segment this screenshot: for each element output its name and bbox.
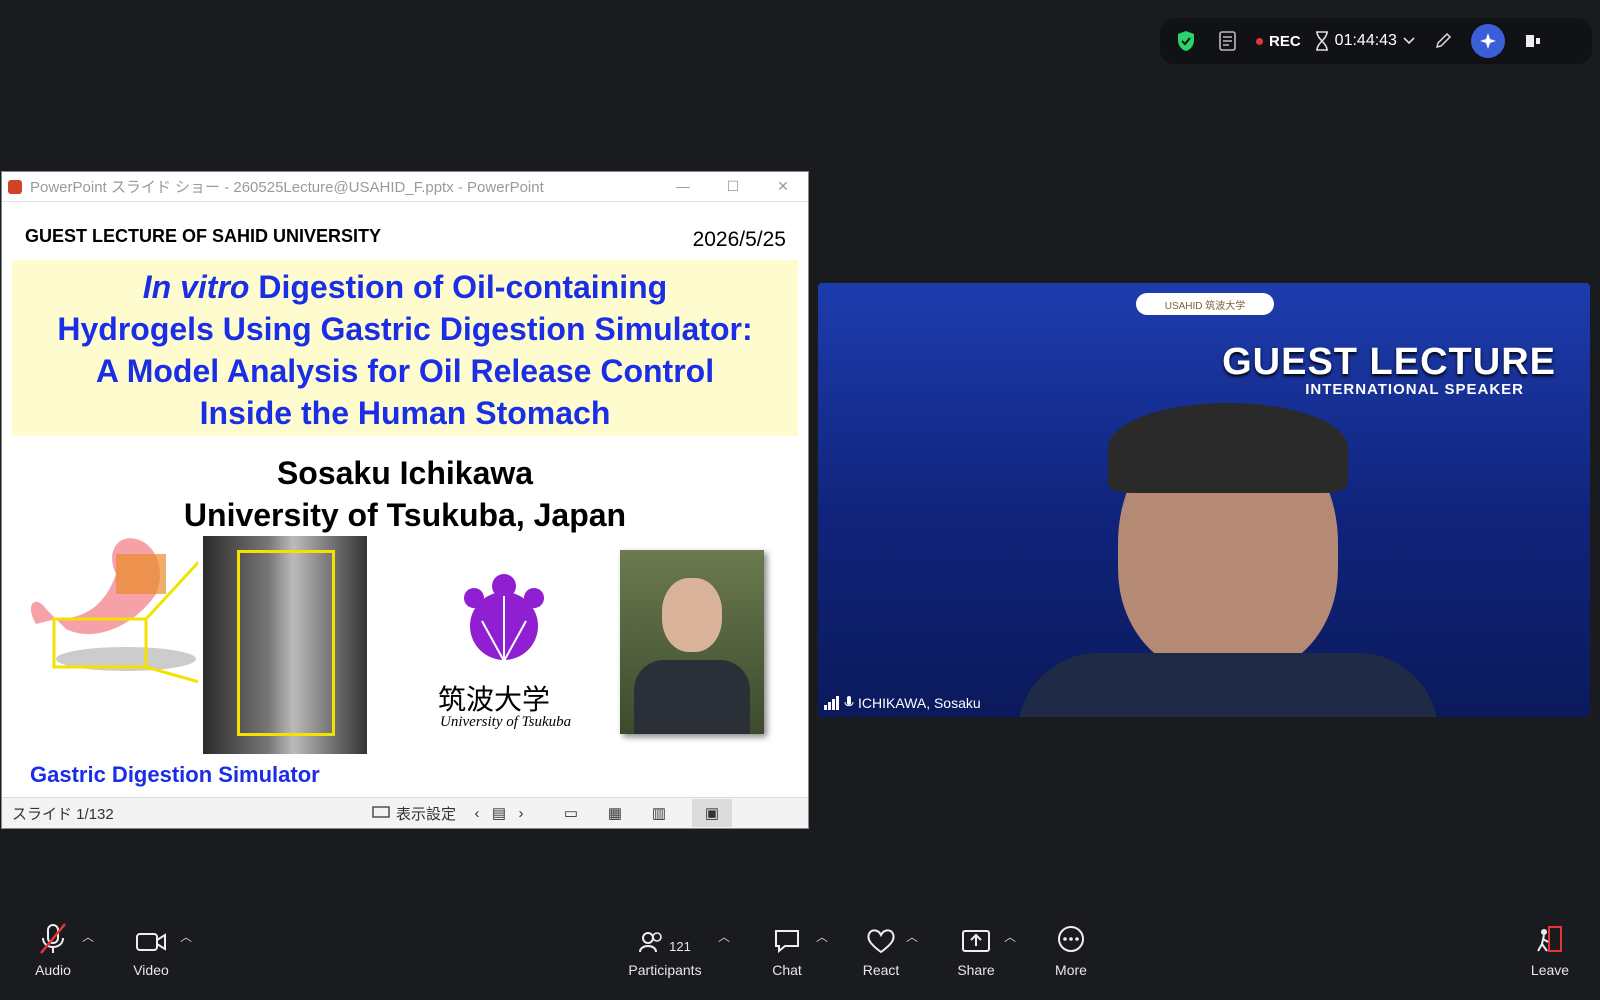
participant-name: ICHIKAWA, Sosaku	[858, 695, 981, 711]
participants-icon	[639, 932, 662, 953]
slideshow-view-icon[interactable]: ▣	[692, 799, 733, 827]
participant-video-tile[interactable]: USAHID 筑波大学 GUEST LECTURE INTERNATIONAL …	[818, 283, 1590, 717]
slide-header: GUEST LECTURE OF SAHID UNIVERSITY	[25, 226, 382, 246]
participant-name-tag: ICHIKAWA, Sosaku	[824, 695, 981, 711]
ai-companion-button[interactable]	[1470, 24, 1505, 58]
simulator-highlight-box	[237, 550, 335, 736]
meeting-toolbar: Audio ︿ Video ︿ 121 Participants ︿ Chat …	[0, 920, 1600, 1000]
slide-sorter-icon[interactable]: ▦	[604, 803, 626, 823]
powerpoint-logo-icon	[8, 179, 22, 194]
slide-counter: スライド 1/132	[12, 805, 114, 823]
recording-indicator[interactable]: REC	[1256, 33, 1301, 50]
normal-view-icon[interactable]: ▭	[560, 803, 582, 823]
share-options-chevron-icon[interactable]: ︿	[1004, 928, 1016, 945]
author-block: Sosaku Ichikawa University of Tsukuba, J…	[8, 452, 802, 536]
video-options-chevron-icon[interactable]: ︿	[180, 928, 192, 945]
title-line-2: Hydrogels Using Gastric Digestion Simula…	[57, 311, 753, 347]
minimize-button[interactable]: —	[658, 178, 708, 195]
signal-strength-icon	[824, 696, 839, 710]
more-label: More	[1055, 962, 1087, 978]
security-shield-icon[interactable]	[1172, 27, 1200, 55]
close-button[interactable]: ✕	[758, 178, 808, 195]
recording-dot-icon	[1256, 37, 1263, 45]
annotate-pencil-icon[interactable]	[1429, 27, 1457, 55]
participants-label: Participants	[628, 962, 702, 978]
speaker-hair	[1108, 403, 1348, 493]
next-slide-icon[interactable]: ›	[510, 803, 532, 823]
title-line-4: Inside the Human Stomach	[199, 395, 611, 431]
university-jp-name: 筑波大学	[438, 683, 551, 716]
share-label: Share	[957, 962, 995, 978]
simulator-caption: Gastric Digestion Simulator	[30, 762, 320, 787]
leave-label: Leave	[1530, 962, 1570, 978]
title-line-3: A Model Analysis for Oil Release Control	[95, 353, 715, 389]
participants-count: 121	[669, 939, 691, 954]
slide-date: 2026/5/25	[692, 228, 786, 251]
participants-button[interactable]: 121 Participants	[620, 920, 710, 978]
video-label: Video	[133, 962, 169, 978]
meeting-top-controls: REC 01:44:43	[1160, 18, 1592, 64]
chat-label: Chat	[772, 962, 802, 978]
heart-icon	[867, 929, 895, 954]
mic-active-icon	[844, 696, 854, 707]
reading-view-icon[interactable]: ▥	[648, 803, 670, 823]
title-italic: In vitro	[142, 269, 250, 305]
event-logo-badge: USAHID 筑波大学	[1136, 293, 1274, 315]
chevron-down-icon	[1403, 37, 1415, 45]
title-line-1: Digestion of Oil-containing	[249, 269, 668, 305]
meeting-timer[interactable]: 01:44:43	[1315, 31, 1415, 51]
slide-canvas[interactable]: GUEST LECTURE OF SAHID UNIVERSITY 2026/5…	[8, 204, 802, 798]
display-settings-button[interactable]: 表示設定	[372, 803, 456, 824]
leave-button[interactable]: Leave	[1505, 920, 1595, 978]
powerpoint-titlebar[interactable]: PowerPoint スライド ショー - 260525Lecture@USAH…	[2, 172, 808, 202]
participants-options-chevron-icon[interactable]: ︿	[718, 928, 730, 945]
exit-fullscreen-icon[interactable]	[1519, 27, 1547, 55]
author-name: Sosaku Ichikawa	[276, 455, 534, 491]
powerpoint-window[interactable]: PowerPoint スライド ショー - 260525Lecture@USAH…	[2, 172, 808, 828]
slideshow-statusbar: スライド 1/132 表示設定 ‹ ▤ › ▭ ▦ ▥ ▣	[2, 797, 808, 828]
audio-options-chevron-icon[interactable]: ︿	[82, 928, 94, 945]
video-camera-icon	[136, 933, 166, 951]
display-settings-icon	[372, 806, 390, 818]
timer-value: 01:44:43	[1334, 32, 1397, 49]
react-label: React	[862, 962, 900, 978]
window-title: PowerPoint スライド ショー - 260525Lecture@USAH…	[30, 179, 544, 196]
leave-door-icon	[1537, 926, 1562, 952]
simulator-photo	[203, 536, 367, 754]
hourglass-icon	[1315, 31, 1328, 51]
more-ellipsis-icon	[1058, 926, 1084, 952]
sparkle-icon	[1479, 33, 1496, 49]
slide-title: In vitro Digestion of Oil-containing Hyd…	[12, 260, 798, 436]
slide-list-icon[interactable]: ▤	[488, 803, 510, 823]
share-screen-icon	[962, 930, 990, 952]
notes-icon[interactable]	[1214, 27, 1242, 55]
chat-options-chevron-icon[interactable]: ︿	[816, 928, 828, 945]
author-affiliation: University of Tsukuba, Japan	[183, 497, 627, 533]
stomach-illustration	[30, 538, 198, 684]
university-tsukuba-logo	[464, 574, 544, 666]
banner-subtitle: INTERNATIONAL SPEAKER	[1305, 381, 1524, 398]
audio-label: Audio	[35, 962, 71, 978]
university-en-name: University of Tsukuba	[440, 714, 572, 730]
microphone-muted-icon	[40, 923, 66, 954]
more-button[interactable]: More	[1026, 920, 1116, 978]
banner-title: GUEST LECTURE	[1222, 341, 1556, 383]
speaker-portrait	[620, 550, 764, 734]
maximize-button[interactable]: ☐	[708, 178, 758, 195]
rec-label: REC	[1269, 32, 1301, 50]
previous-slide-icon[interactable]: ‹	[466, 803, 488, 823]
react-options-chevron-icon[interactable]: ︿	[906, 928, 918, 945]
display-settings-label: 表示設定	[396, 805, 457, 823]
chat-bubble-icon	[775, 930, 799, 954]
speaker-shoulders	[1018, 653, 1438, 717]
